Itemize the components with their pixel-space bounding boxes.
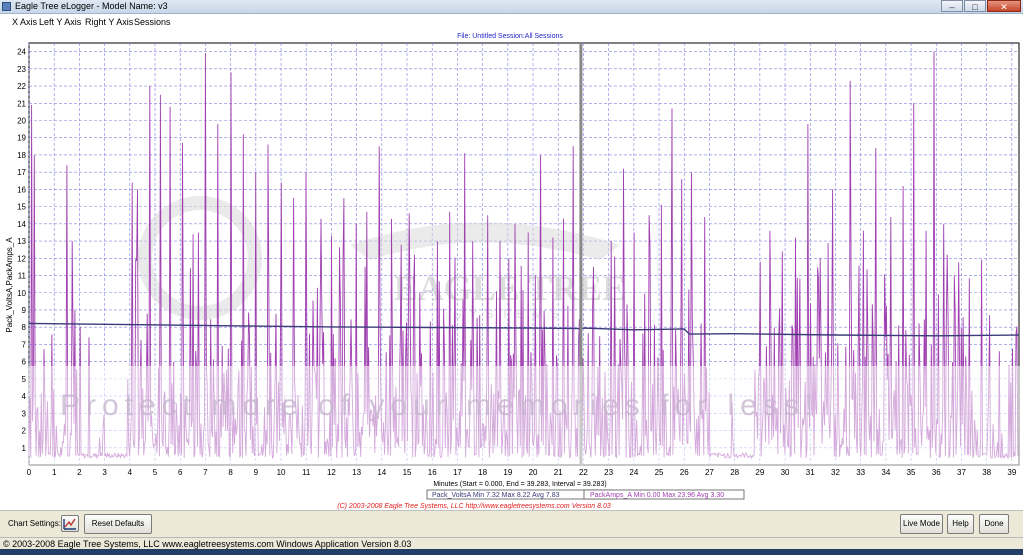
y-tick-label: 1 xyxy=(22,444,27,453)
window-titlebar: Eagle Tree eLogger - Model Name: v3 – □ … xyxy=(0,0,1023,14)
x-tick-label: 33 xyxy=(856,468,865,477)
chart-svg: File: Untitled Session:All Sessions EAGL… xyxy=(0,33,1023,510)
y-tick-label: 3 xyxy=(22,409,27,418)
chart-panel: File: Untitled Session:All Sessions EAGL… xyxy=(0,30,1023,510)
x-tick-label: 37 xyxy=(957,468,966,477)
x-axis-label: Minutes (Start = 0.000, End = 39.283, In… xyxy=(433,481,606,488)
watermark-logo-sub: SYSTEMS xyxy=(453,307,566,321)
x-tick-label: 7 xyxy=(203,468,208,477)
y-tick-label: 18 xyxy=(17,151,26,160)
menu-sessions[interactable]: Sessions xyxy=(134,14,171,30)
x-tick-label: 28 xyxy=(730,468,739,477)
y-tick-label: 17 xyxy=(17,168,26,177)
os-taskbar xyxy=(0,549,1023,555)
reset-defaults-button[interactable]: Reset Defaults xyxy=(84,514,152,534)
menu-bar: X Axis Left Y Axis Right Y Axis Sessions xyxy=(0,14,1023,30)
chart-settings-icon xyxy=(63,518,76,530)
y-tick-label: 2 xyxy=(22,427,27,436)
y-tick-label: 10 xyxy=(17,289,26,298)
watermark-logo-text: EAGLE TREE xyxy=(394,268,626,308)
x-tick-label: 19 xyxy=(503,468,512,477)
chart-settings-button[interactable] xyxy=(61,515,79,532)
legend-volts: Pack_VoltsA Min 7.32 Max 8.22 Avg 7.83 xyxy=(432,492,560,499)
bottom-toolbar: Chart Settings: Reset Defaults Live Mode… xyxy=(0,510,1023,537)
y-tick-label: 19 xyxy=(17,134,26,143)
x-tick-label: 1 xyxy=(52,468,57,477)
x-tick-label: 0 xyxy=(27,468,32,477)
y-tick-label: 5 xyxy=(22,375,27,384)
x-tick-label: 18 xyxy=(478,468,487,477)
x-tick-label: 5 xyxy=(153,468,158,477)
x-tick-label: 25 xyxy=(655,468,664,477)
x-tick-label: 23 xyxy=(604,468,613,477)
y-tick-label: 16 xyxy=(17,185,26,194)
y-tick-label: 7 xyxy=(22,340,27,349)
x-tick-label: 20 xyxy=(529,468,538,477)
y-tick-label: 24 xyxy=(17,48,26,57)
x-tick-label: 31 xyxy=(806,468,815,477)
x-tick-label: 21 xyxy=(554,468,563,477)
x-tick-label: 39 xyxy=(1007,468,1016,477)
y-tick-label: 20 xyxy=(17,117,26,126)
y-tick-label: 22 xyxy=(17,82,26,91)
x-tick-label: 3 xyxy=(102,468,107,477)
maximize-button[interactable]: □ xyxy=(964,0,986,12)
x-tick-label: 30 xyxy=(781,468,790,477)
y-tick-label: 8 xyxy=(22,323,27,332)
x-tick-label: 16 xyxy=(428,468,437,477)
live-mode-button[interactable]: Live Mode xyxy=(900,514,943,534)
window-controls: – □ ✕ xyxy=(941,0,1021,12)
x-tick-label: 36 xyxy=(932,468,941,477)
x-tick-label: 27 xyxy=(705,468,714,477)
y-tick-label: 6 xyxy=(22,358,27,367)
minimize-button[interactable]: – xyxy=(941,0,963,12)
help-button[interactable]: Help xyxy=(947,514,974,534)
y-axis-label: Pack_VoltsA,PackAmps_A xyxy=(5,237,14,333)
y-tick-label: 15 xyxy=(17,203,26,212)
x-tick-label: 2 xyxy=(77,468,82,477)
y-tick-label: 21 xyxy=(17,99,26,108)
y-tick-label: 14 xyxy=(17,220,26,229)
done-button[interactable]: Done xyxy=(979,514,1009,534)
file-session-label: File: Untitled Session:All Sessions xyxy=(457,33,563,40)
y-tick-label: 11 xyxy=(18,272,27,281)
x-tick-label: 14 xyxy=(377,468,386,477)
y-tick-label: 23 xyxy=(17,65,26,74)
x-tick-label: 38 xyxy=(982,468,991,477)
x-tick-label: 22 xyxy=(579,468,588,477)
x-tick-label: 8 xyxy=(228,468,233,477)
x-tick-label: 11 xyxy=(302,468,311,477)
legend-amps: PackAmps_A Min 0.00 Max 23.96 Avg 3.30 xyxy=(590,492,724,499)
x-tick-label: 34 xyxy=(881,468,890,477)
y-tick-label: 9 xyxy=(22,306,27,315)
x-tick-label: 9 xyxy=(254,468,259,477)
chart-settings-label: Chart Settings: xyxy=(8,519,61,528)
x-tick-label: 29 xyxy=(755,468,764,477)
watermark-overlay-text: Protect more of your memories for less! xyxy=(60,389,819,422)
x-tick-label: 24 xyxy=(629,468,638,477)
x-tick-label: 4 xyxy=(128,468,133,477)
close-button[interactable]: ✕ xyxy=(987,0,1021,12)
x-tick-label: 35 xyxy=(907,468,916,477)
y-tick-label: 13 xyxy=(17,237,26,246)
x-axis-ticks: 0 1 2 3 4 5 6 7 8 9 10 11 12 13 14 15 16 17 18 19 20 21 22 23 24… xyxy=(27,468,1017,477)
x-tick-label: 10 xyxy=(277,468,286,477)
x-tick-label: 26 xyxy=(680,468,689,477)
window-title: Eagle Tree eLogger - Model Name: v3 xyxy=(15,1,168,11)
app-icon xyxy=(2,2,11,11)
y-tick-label: 12 xyxy=(17,254,26,263)
x-tick-label: 15 xyxy=(403,468,412,477)
x-tick-label: 13 xyxy=(352,468,361,477)
x-tick-label: 6 xyxy=(178,468,183,477)
copyright-line: (C) 2003-2008 Eagle Tree Systems, LLC ht… xyxy=(337,503,611,510)
x-tick-label: 32 xyxy=(831,468,840,477)
menu-left-y-axis[interactable]: Left Y Axis xyxy=(39,14,81,30)
menu-right-y-axis[interactable]: Right Y Axis xyxy=(85,14,133,30)
menu-x-axis[interactable]: X Axis xyxy=(12,14,37,30)
x-tick-label: 12 xyxy=(327,468,336,477)
x-tick-label: 17 xyxy=(453,468,462,477)
y-tick-label: 4 xyxy=(22,392,27,401)
